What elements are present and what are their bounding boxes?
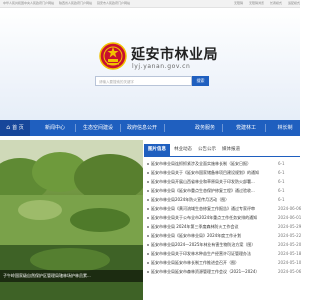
- elderly-mode-link[interactable]: 长者模式: [270, 1, 282, 5]
- news-title[interactable]: 延安市林业局关于印发林木种苗生产经营许可证管理办法: [151, 249, 269, 258]
- bullet-icon: [147, 262, 149, 264]
- news-date: 6-1: [278, 197, 285, 202]
- home-icon: ⌂: [6, 124, 11, 131]
- site-title: 延安市林业局: [131, 47, 218, 63]
- list-item[interactable]: 延安市林业局《延安市重点生态保护修复工程》通过验收... 6-1: [144, 186, 300, 195]
- nav-divider: [265, 124, 266, 132]
- national-emblem-icon: [99, 42, 127, 70]
- bullet-icon: [147, 235, 149, 237]
- nav-divider: [120, 124, 121, 132]
- news-title[interactable]: 延安市林业局开展山西省林业和草原局关于印发防火部署...: [151, 177, 269, 186]
- gov-link-province[interactable]: 陕西省人民政府门户网站: [59, 1, 92, 5]
- news-title[interactable]: 延安市林业局《延安市林业局》2024年度工作计划: [151, 231, 269, 240]
- tab-notices[interactable]: 公告公示: [198, 144, 216, 156]
- news-date: 6-1: [278, 179, 285, 184]
- bullet-icon: [147, 199, 149, 201]
- news-date: 2024-05-10: [278, 260, 302, 265]
- news-title[interactable]: 延安市林业局延安市林长制工作推进会召开（图）: [151, 258, 269, 267]
- news-tabs: 图片信息 林业动态 公告公示 媒体报道: [144, 144, 300, 157]
- bullet-icon: [147, 181, 149, 183]
- news-date: 2024-06-06: [278, 206, 302, 211]
- nav-item-eco-space[interactable]: 生态空间建设: [78, 120, 118, 136]
- list-item[interactable]: 延安市林业局开展山西省林业和草原局关于印发防火部署... 6-1: [144, 177, 300, 186]
- news-title[interactable]: 延安市林业局2024—2025年林业有害生物防治方案（图）: [151, 240, 269, 249]
- news-date: 2024-05-18: [278, 251, 302, 256]
- news-list: 延安市林业局连抓抓紧涉及全面实施林长制（延安日报） 6-1 延安市林业局关于《延安市…: [144, 159, 302, 276]
- nav-divider: [222, 124, 223, 132]
- list-item[interactable]: 延安市林业局 2024年第三季度森林防火工作会议 2024-05-29: [144, 222, 302, 231]
- list-item[interactable]: 延安市林业局延安市森林资源管理工作会议（2021—2024） 2024-05-06: [144, 267, 302, 276]
- news-title[interactable]: 延安市林业局关于《延安市国家储备林项目建设规划》的通知: [151, 168, 269, 177]
- bullet-icon: [147, 217, 149, 219]
- nav-item-news[interactable]: 新闻中心: [38, 120, 72, 136]
- news-date: 6-1: [278, 170, 285, 175]
- nav-item-services[interactable]: 政务服务: [192, 120, 218, 136]
- gov-link-city[interactable]: 延安市人民政府门户网站: [97, 1, 130, 5]
- list-item[interactable]: 延安市林业局连抓抓紧涉及全面实施林长制（延安日报） 6-1: [144, 159, 300, 168]
- tab-media[interactable]: 媒体报道: [222, 144, 240, 156]
- adapt-mode-link[interactable]: 适配模式: [288, 1, 300, 5]
- accessibility-links: 无障碍 无障碍浏览 长者模式 适配模式: [229, 0, 300, 7]
- list-item[interactable]: 延安市林业局2024—2025年林业有害生物防治方案（图） 2024-05-20: [144, 240, 302, 249]
- news-panel: 图片信息 林业动态 公告公示 媒体报道 延安市林业局连抓抓紧涉及全面实施林长制（…: [144, 140, 302, 300]
- search-button[interactable]: 搜索: [192, 76, 209, 86]
- featured-photo[interactable]: 子午岭国家级自然保护区管理局辖林场护林员累...: [0, 140, 143, 300]
- search-input[interactable]: 请输入要搜索的关键字: [95, 76, 192, 86]
- site-domain: lyj.yanan.gov.cn: [132, 63, 191, 70]
- news-date: 2024-05-20: [278, 242, 302, 247]
- tab-forestry-news[interactable]: 林业动态: [174, 144, 192, 156]
- top-utility-bar: 中华人民共和国中央人民政府门户网站 陕西省人民政府门户网站 延安市人民政府门户网…: [0, 0, 300, 8]
- bullet-icon: [147, 271, 149, 273]
- list-item[interactable]: 延安市林业局2024年防火宣传月活动（图） 6-1: [144, 195, 300, 204]
- news-date: 2024-05-29: [278, 224, 302, 229]
- list-item[interactable]: 延安市林业局关于公布全市2024年重点工作任务安排的通知 2024-06-01: [144, 213, 302, 222]
- accessibility-link[interactable]: 无障碍: [234, 1, 243, 5]
- tab-picture-news[interactable]: 图片信息: [144, 144, 170, 156]
- list-item[interactable]: 延安市林业局《延安市林业局》2024年度工作计划 2024-05-22: [144, 231, 302, 240]
- gov-link-central[interactable]: 中华人民共和国中央人民政府门户网站: [3, 1, 54, 5]
- nav-item-forest-chief[interactable]: 林长制: [272, 120, 298, 136]
- list-item[interactable]: 延安市林业局《黄河流域生态修复工作报告》通过专家评审 2024-06-06: [144, 204, 302, 213]
- news-title[interactable]: 延安市林业局2024年防火宣传月活动（图）: [151, 195, 269, 204]
- news-date: 6-1: [278, 188, 285, 193]
- gov-links: 中华人民共和国中央人民政府门户网站 陕西省人民政府门户网站 延安市人民政府门户网…: [3, 0, 134, 7]
- news-title[interactable]: 延安市林业局延安市森林资源管理工作会议（2021—2024）: [151, 267, 269, 276]
- list-item[interactable]: 延安市林业局关于《延安市国家储备林项目建设规划》的通知 6-1: [144, 168, 300, 177]
- news-title[interactable]: 延安市林业局《延安市重点生态保护修复工程》通过验收...: [151, 186, 269, 195]
- news-title[interactable]: 延安市林业局 2024年第三季度森林防火工作会议: [151, 222, 269, 231]
- bullet-icon: [147, 163, 149, 165]
- bullet-icon: [147, 226, 149, 228]
- news-date: 2024-05-06: [278, 269, 302, 274]
- nav-item-label: 首 页: [12, 125, 24, 131]
- news-title[interactable]: 延安市林业局关于公布全市2024年重点工作任务安排的通知: [151, 213, 269, 222]
- bullet-icon: [147, 253, 149, 255]
- nav-divider: [75, 124, 76, 132]
- news-date: 2024-06-01: [278, 215, 302, 220]
- nav-item-home[interactable]: ⌂ 首 页: [0, 120, 30, 136]
- list-item[interactable]: 延安市林业局延安市林长制工作推进会召开（图） 2024-05-10: [144, 258, 302, 267]
- news-date: 6-1: [278, 161, 285, 166]
- nav-divider: [164, 124, 165, 132]
- news-title[interactable]: 延安市林业局《黄河流域生态修复工作报告》通过专家评审: [151, 204, 269, 213]
- accessible-browse-link[interactable]: 无障碍浏览: [249, 1, 264, 5]
- bullet-icon: [147, 244, 149, 246]
- nav-item-party[interactable]: 党建林工: [232, 120, 260, 136]
- bullet-icon: [147, 172, 149, 174]
- header-banner: 延安市林业局 lyj.yanan.gov.cn 请输入要搜索的关键字 搜索: [0, 8, 300, 120]
- photo-caption[interactable]: 子午岭国家级自然保护区管理局辖林场护林员累...: [0, 270, 143, 282]
- bullet-icon: [147, 208, 149, 210]
- news-date: 2024-05-22: [278, 233, 302, 238]
- nav-item-gov-info[interactable]: 政府信息公开: [122, 120, 162, 136]
- list-item[interactable]: 延安市林业局关于印发林木种苗生产经营许可证管理办法 2024-05-18: [144, 249, 302, 258]
- main-nav: ⌂ 首 页 新闻中心 生态空间建设 政府信息公开 政务服务 党建林工 林长制: [0, 120, 300, 136]
- news-title[interactable]: 延安市林业局连抓抓紧涉及全面实施林长制（延安日报）: [151, 159, 269, 168]
- bullet-icon: [147, 190, 149, 192]
